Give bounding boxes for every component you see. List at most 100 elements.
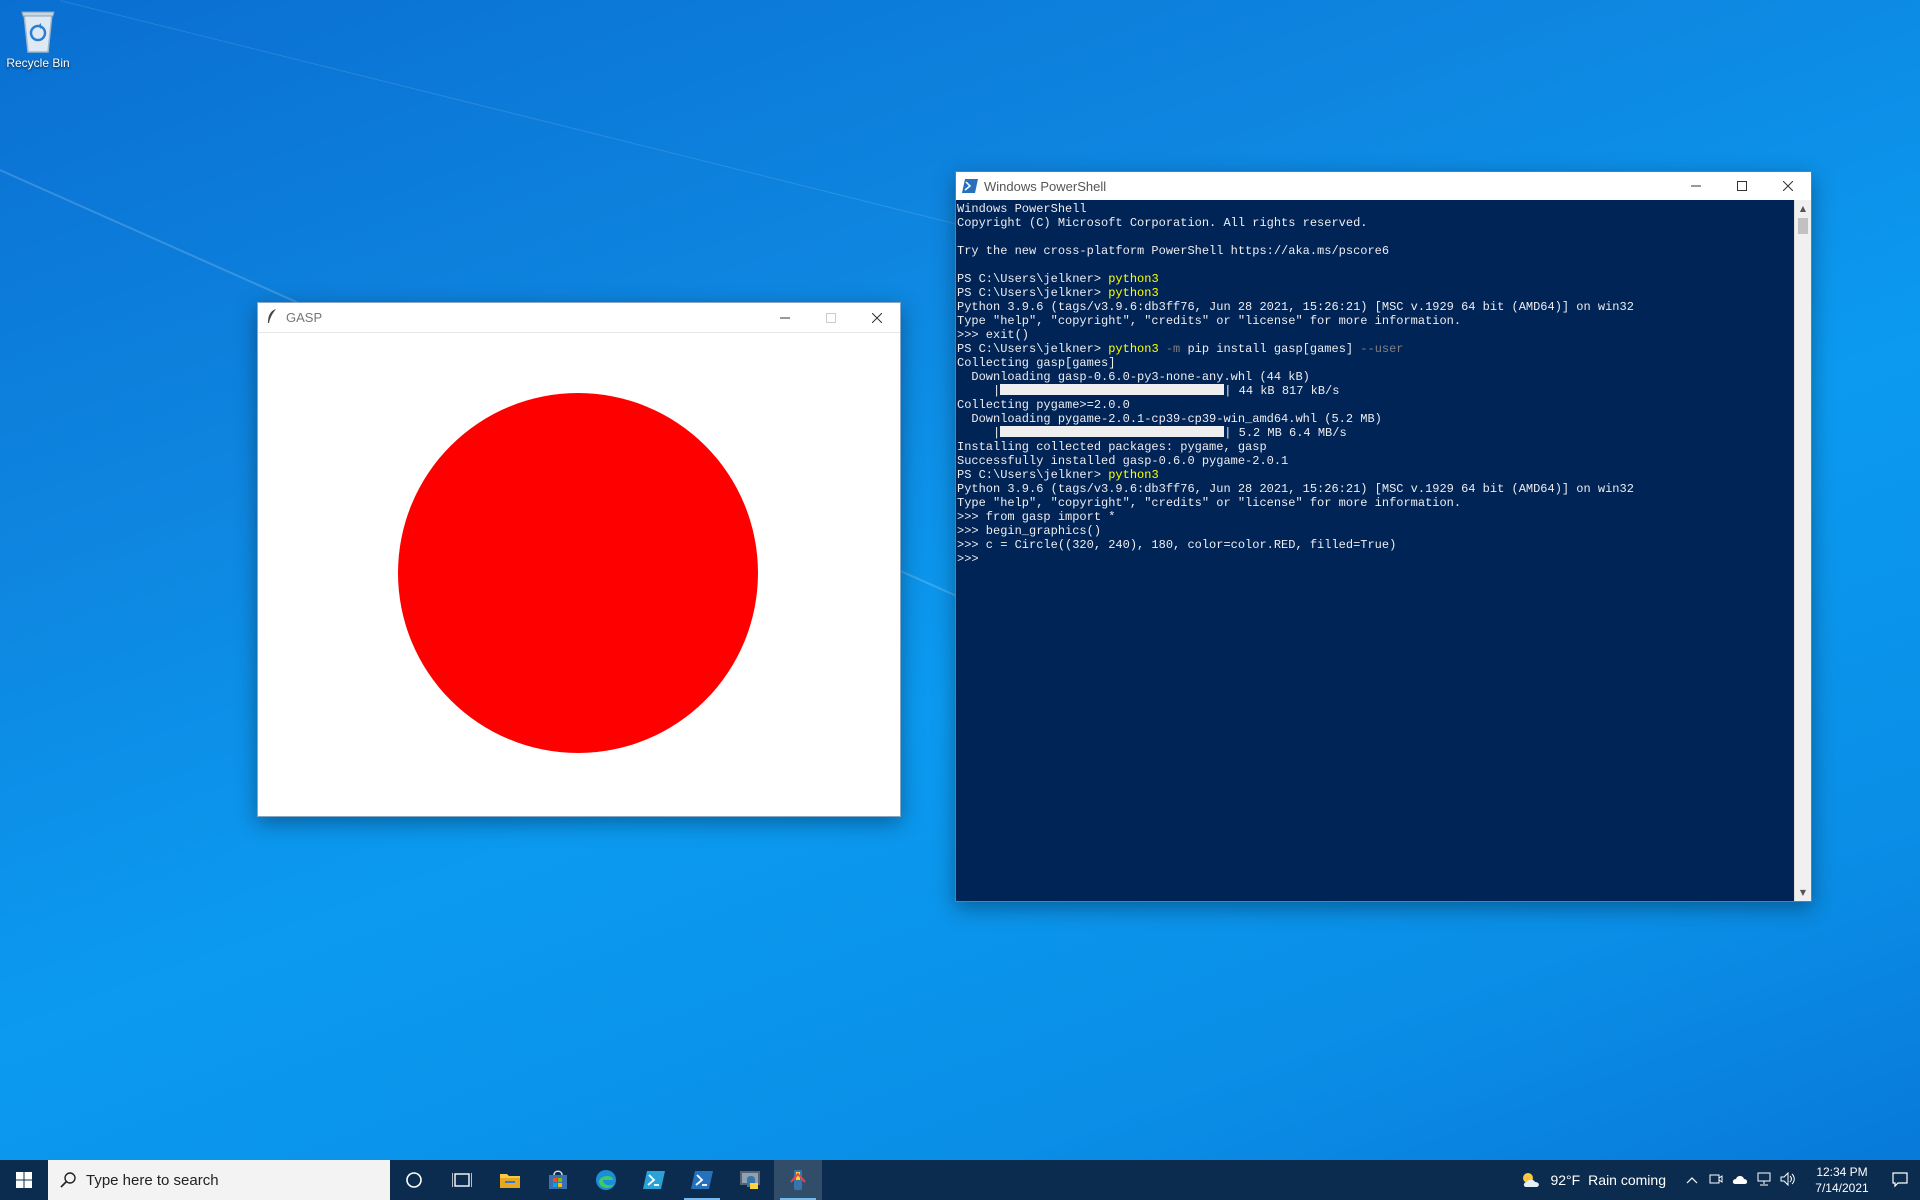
scroll-down-icon[interactable]: ▼ [1795, 884, 1811, 901]
console-text: | 44 kB 817 kB/s [1224, 384, 1340, 398]
clock-date: 7/14/2021 [1815, 1181, 1869, 1195]
download-progress-bar [1000, 426, 1225, 437]
weather-temperature: 92°F [1550, 1172, 1581, 1188]
clock-time: 12:34 PM [1816, 1165, 1868, 1179]
console-line: Collecting pygame>=2.0.0 [957, 398, 1794, 412]
partly-cloudy-icon [1523, 1173, 1540, 1187]
console-line: Type "help", "copyright", "credits" or "… [957, 496, 1794, 510]
gasp-titlebar[interactable]: GASP [258, 303, 900, 333]
start-button[interactable] [0, 1160, 48, 1200]
console-line: Python 3.9.6 (tags/v3.9.6:db3ff76, Jun 2… [957, 482, 1794, 496]
console-text: >>> c = Circle((320, 240), 180, color=co… [957, 538, 1397, 552]
console-text: >>> exit() [957, 328, 1030, 342]
console-text: PS C:\Users\jelkner> [957, 468, 1109, 482]
console-line: PS C:\Users\jelkner> python3 [957, 286, 1794, 300]
console-line: >>> c = Circle((320, 240), 180, color=co… [957, 538, 1794, 552]
console-text: Collecting pygame>=2.0.0 [957, 398, 1130, 412]
console-text: python3 [1108, 286, 1159, 300]
terminal-button[interactable] [630, 1160, 678, 1200]
weather-widget[interactable]: 92°F Rain coming [1520, 1171, 1666, 1189]
console-line: | | 5.2 MB 6.4 MB/s [957, 426, 1794, 440]
meet-now-icon[interactable] [1704, 1172, 1728, 1189]
network-icon[interactable] [1752, 1172, 1776, 1189]
powershell-icon [956, 179, 984, 193]
close-button[interactable] [854, 303, 900, 333]
console-text: PS C:\Users\jelkner> [957, 286, 1109, 300]
console-text: >>> begin_graphics() [957, 524, 1102, 538]
onedrive-icon[interactable] [1728, 1173, 1752, 1188]
console-line: | | 44 kB 817 kB/s [957, 384, 1794, 398]
edge-button[interactable] [582, 1160, 630, 1200]
console-text: Type "help", "copyright", "credits" or "… [957, 314, 1462, 328]
red-circle [398, 393, 758, 753]
maximize-button[interactable] [1719, 172, 1765, 200]
console-line: >>> exit() [957, 328, 1794, 342]
scrollbar-thumb[interactable] [1798, 218, 1808, 234]
vertical-scrollbar[interactable]: ▲ ▼ [1794, 200, 1811, 901]
powershell-window[interactable]: Windows PowerShell Windows PowerShell Cop… [955, 171, 1812, 902]
powershell-titlebar[interactable]: Windows PowerShell [956, 172, 1811, 200]
cortana-button[interactable] [390, 1160, 438, 1200]
file-explorer-button[interactable] [486, 1160, 534, 1200]
console-line: >>> begin_graphics() [957, 524, 1794, 538]
console-line: Downloading pygame-2.0.1-cp39-cp39-win_a… [957, 412, 1794, 426]
feather-icon [258, 308, 286, 328]
recycle-bin-label: Recycle Bin [6, 56, 70, 70]
scroll-up-icon[interactable]: ▲ [1795, 200, 1811, 217]
console-text: PS C:\Users\jelkner> [957, 342, 1109, 356]
close-button[interactable] [1765, 172, 1811, 200]
edge-icon [596, 1170, 616, 1190]
window-title: GASP [286, 310, 323, 325]
recycle-bin-shortcut[interactable]: Recycle Bin [4, 6, 72, 70]
console-text: Collecting gasp[games] [957, 356, 1116, 370]
python-taskbar-button[interactable] [726, 1160, 774, 1200]
powershell-icon [691, 1171, 713, 1189]
graphics-canvas[interactable] [258, 333, 900, 816]
store-icon [549, 1170, 567, 1189]
console-text: --user [1360, 342, 1404, 356]
console-text: | [957, 426, 1001, 440]
console-text: python3 [1108, 342, 1159, 356]
console-text: python3 [1108, 468, 1159, 482]
console-line: Try the new cross-platform PowerShell ht… [957, 244, 1794, 258]
notification-center-icon[interactable] [1880, 1172, 1920, 1188]
system-tray: 92°F Rain coming 12:34 PM 7/14/2021 [1520, 1160, 1920, 1200]
window-title: Windows PowerShell [984, 178, 1107, 194]
console-line: Installing collected packages: pygame, g… [957, 440, 1794, 454]
search-placeholder: Type here to search [86, 1171, 219, 1189]
powershell-taskbar-button[interactable] [678, 1160, 726, 1200]
console-text: Windows PowerShell [957, 202, 1087, 216]
download-progress-bar [1000, 384, 1225, 395]
console-text: >>> [957, 552, 986, 566]
console-text: PS C:\Users\jelkner> [957, 272, 1109, 286]
console-output[interactable]: Windows PowerShell Copyright (C) Microsof… [956, 200, 1794, 901]
console-line: PS C:\Users\jelkner> python3 -m pip inst… [957, 342, 1794, 356]
console-text: Python 3.9.6 (tags/v3.9.6:db3ff76, Jun 2… [957, 482, 1634, 496]
clock[interactable]: 12:34 PM 7/14/2021 [1804, 1164, 1880, 1196]
console-line: PS C:\Users\jelkner> python3 [957, 272, 1794, 286]
task-view-button[interactable] [438, 1160, 486, 1200]
weather-description: Rain coming [1588, 1172, 1666, 1188]
store-button[interactable] [534, 1160, 582, 1200]
python-icon [740, 1171, 760, 1189]
gasp-window[interactable]: GASP [257, 302, 901, 817]
volume-icon[interactable] [1776, 1171, 1800, 1189]
gasp-taskbar-button[interactable] [774, 1160, 822, 1200]
recycle-bin-icon [18, 6, 58, 54]
search-box[interactable]: Type here to search [48, 1160, 390, 1200]
maximize-button[interactable] [808, 303, 854, 333]
chevron-up-icon[interactable] [1680, 1173, 1704, 1187]
minimize-button[interactable] [1673, 172, 1719, 200]
minimize-button[interactable] [762, 303, 808, 333]
console-line: >>> from gasp import * [957, 510, 1794, 524]
console-text: Python 3.9.6 (tags/v3.9.6:db3ff76, Jun 2… [957, 300, 1634, 314]
console-line: Successfully installed gasp-0.6.0 pygame… [957, 454, 1794, 468]
console-line: Windows PowerShell [957, 202, 1794, 216]
console-text: Copyright (C) Microsoft Corporation. All… [957, 216, 1368, 230]
console-line: Downloading gasp-0.6.0-py3-none-any.whl … [957, 370, 1794, 384]
console-text: >>> from gasp import * [957, 510, 1116, 524]
task-view-icon [452, 1173, 472, 1187]
console-line: >>> [957, 552, 1794, 566]
windows-logo-icon [16, 1172, 32, 1188]
